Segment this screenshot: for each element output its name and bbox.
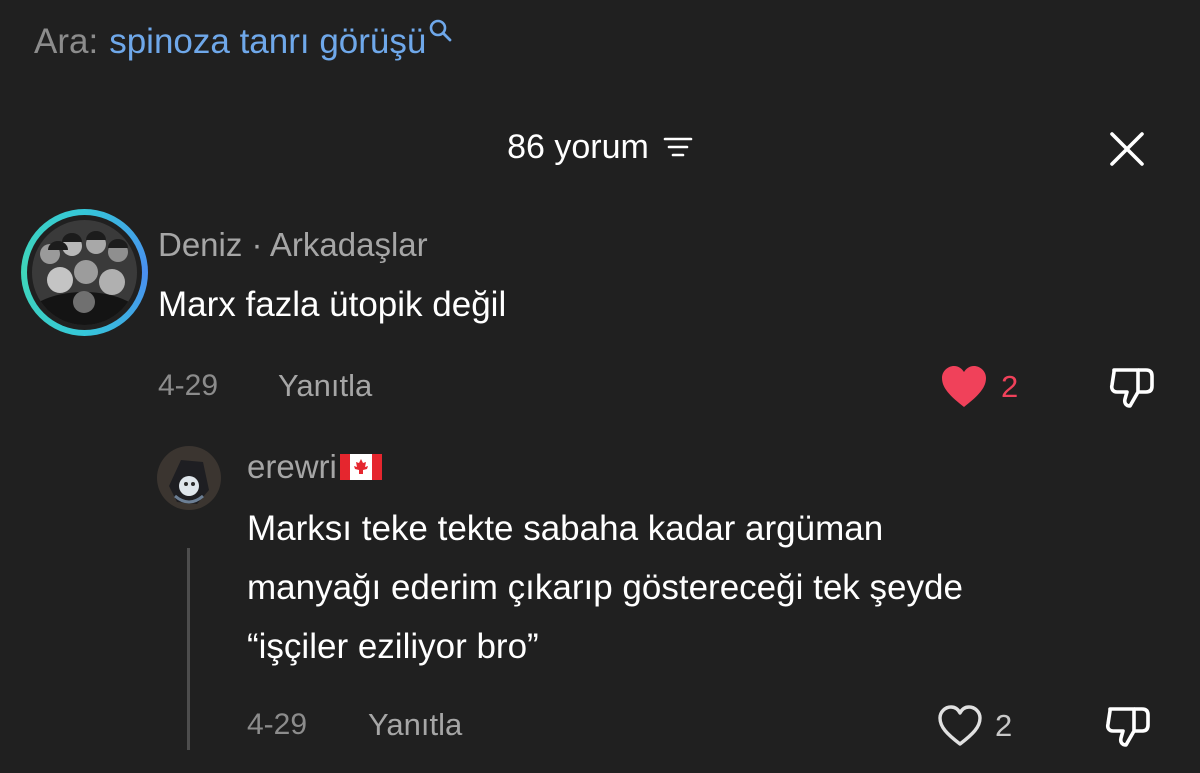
thumbs-down-icon[interactable] xyxy=(1108,362,1156,410)
sort-icon[interactable] xyxy=(663,135,693,159)
comment-date: 4-29 xyxy=(158,369,219,402)
relation-label: Arkadaşlar xyxy=(269,226,428,263)
comment-count: 86 yorum xyxy=(507,127,649,166)
search-query[interactable]: spinoza tanrı görüşü xyxy=(109,22,426,62)
thumbs-down-icon[interactable] xyxy=(1104,701,1152,749)
comment-username[interactable]: Deniz xyxy=(158,226,242,263)
search-bar[interactable]: Ara: spinoza tanrı görüşü xyxy=(34,18,454,66)
reply-text-line-2: manyağı ederim çıkarıp göstereceği tek ş… xyxy=(247,568,963,607)
reply-text-line-3: “işçiler eziliyor bro” xyxy=(247,627,539,666)
heart-filled-icon[interactable] xyxy=(940,365,988,409)
comment-text: Marx fazla ütopik değil xyxy=(158,285,507,324)
reply-date: 4-29 xyxy=(247,708,308,741)
reply-author-line: erewri xyxy=(247,447,382,487)
reply-username[interactable]: erewri xyxy=(247,448,337,486)
cartoon-avatar xyxy=(157,446,221,510)
separator-dot: · xyxy=(251,226,263,263)
heart-outline-icon[interactable] xyxy=(936,704,984,748)
reply-button[interactable]: Yanıtla xyxy=(278,368,372,404)
comments-header: 86 yorum xyxy=(0,124,1200,170)
reply-reply-button[interactable]: Yanıtla xyxy=(368,707,462,743)
close-icon[interactable] xyxy=(1104,126,1150,172)
avatar[interactable] xyxy=(21,209,148,336)
comment-author-line: Deniz · Arkadaşlar xyxy=(158,226,428,264)
canada-flag-icon xyxy=(339,454,382,480)
search-icon[interactable] xyxy=(428,18,454,44)
reply-like-count: 2 xyxy=(995,708,1013,743)
reply-text-line-1: Marksı teke tekte sabaha kadar argüman xyxy=(247,509,884,548)
reply-avatar[interactable] xyxy=(157,446,221,510)
search-prefix: Ara: xyxy=(34,22,99,61)
thread-line xyxy=(187,548,190,750)
group-photo-avatar xyxy=(32,220,137,325)
like-count: 2 xyxy=(1001,369,1019,404)
